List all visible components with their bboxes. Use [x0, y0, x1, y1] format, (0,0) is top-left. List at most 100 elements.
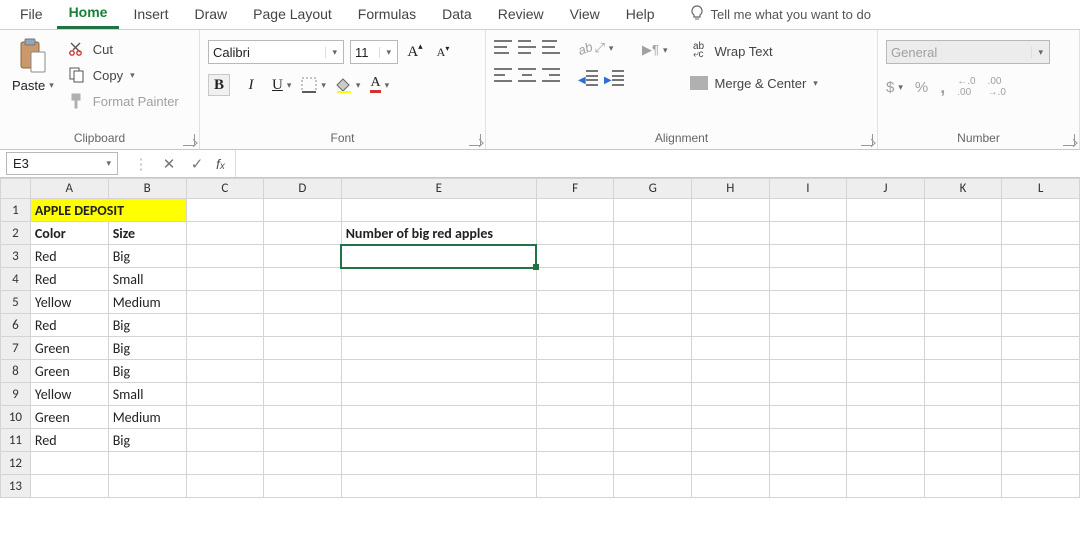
- cell-H5[interactable]: [692, 291, 770, 314]
- column-header-L[interactable]: L: [1002, 179, 1080, 199]
- cell-H3[interactable]: [692, 245, 770, 268]
- column-header-D[interactable]: D: [264, 179, 342, 199]
- align-top-icon[interactable]: [494, 40, 512, 54]
- underline-button[interactable]: U▾: [272, 77, 291, 94]
- cell-I5[interactable]: [769, 291, 847, 314]
- cell-E2[interactable]: Number of big red apples: [341, 222, 536, 245]
- cell-D7[interactable]: [264, 337, 342, 360]
- row-header-11[interactable]: 11: [1, 429, 31, 452]
- orientation-button[interactable]: ab⤢▾: [578, 40, 624, 56]
- cell-G12[interactable]: [614, 452, 692, 475]
- cell-K1[interactable]: [924, 199, 1002, 222]
- align-left-icon[interactable]: [494, 68, 512, 82]
- cell-G9[interactable]: [614, 383, 692, 406]
- align-right-icon[interactable]: [542, 68, 560, 82]
- row-header-13[interactable]: 13: [1, 475, 31, 498]
- row-header-12[interactable]: 12: [1, 452, 31, 475]
- text-direction-button[interactable]: ▶¶▾: [642, 42, 668, 58]
- bold-button[interactable]: B: [208, 74, 230, 96]
- cell-C1[interactable]: [186, 199, 264, 222]
- cell-C4[interactable]: [186, 268, 264, 291]
- cell-C9[interactable]: [186, 383, 264, 406]
- cell-G2[interactable]: [614, 222, 692, 245]
- fx-icon[interactable]: fx: [216, 156, 225, 172]
- cell-I9[interactable]: [769, 383, 847, 406]
- cell-A8[interactable]: Green: [30, 360, 108, 383]
- row-header-3[interactable]: 3: [1, 245, 31, 268]
- cell-J10[interactable]: [847, 406, 925, 429]
- cell-B6[interactable]: Big: [108, 314, 186, 337]
- cell-A11[interactable]: Red: [30, 429, 108, 452]
- cell-K12[interactable]: [924, 452, 1002, 475]
- cell-I1[interactable]: [769, 199, 847, 222]
- cell-L3[interactable]: [1002, 245, 1080, 268]
- cell-F6[interactable]: [536, 314, 614, 337]
- column-header-J[interactable]: J: [847, 179, 925, 199]
- cell-L4[interactable]: [1002, 268, 1080, 291]
- cell-H6[interactable]: [692, 314, 770, 337]
- cell-J4[interactable]: [847, 268, 925, 291]
- cell-C7[interactable]: [186, 337, 264, 360]
- cell-A9[interactable]: Yellow: [30, 383, 108, 406]
- name-box[interactable]: E3 ▾: [6, 152, 118, 175]
- paste-button[interactable]: Paste▾: [8, 36, 58, 95]
- comma-button[interactable]: ,: [940, 77, 945, 98]
- cell-H4[interactable]: [692, 268, 770, 291]
- cell-L8[interactable]: [1002, 360, 1080, 383]
- font-size-select[interactable]: 11▾: [350, 40, 398, 64]
- cell-F13[interactable]: [536, 475, 614, 498]
- cell-A6[interactable]: Red: [30, 314, 108, 337]
- cell-F5[interactable]: [536, 291, 614, 314]
- cell-I12[interactable]: [769, 452, 847, 475]
- cell-K4[interactable]: [924, 268, 1002, 291]
- cell-B11[interactable]: Big: [108, 429, 186, 452]
- cell-G5[interactable]: [614, 291, 692, 314]
- cell-L2[interactable]: [1002, 222, 1080, 245]
- cell-L12[interactable]: [1002, 452, 1080, 475]
- cell-G1[interactable]: [614, 199, 692, 222]
- cell-J13[interactable]: [847, 475, 925, 498]
- font-color-button[interactable]: A▾: [370, 77, 389, 93]
- cell-E6[interactable]: [341, 314, 536, 337]
- cell-L6[interactable]: [1002, 314, 1080, 337]
- tab-data[interactable]: Data: [430, 2, 484, 28]
- cell-B9[interactable]: Small: [108, 383, 186, 406]
- cancel-formula-icon[interactable]: ✕: [160, 155, 178, 173]
- cell-K11[interactable]: [924, 429, 1002, 452]
- cell-J11[interactable]: [847, 429, 925, 452]
- currency-button[interactable]: $▾: [886, 79, 903, 96]
- cell-A5[interactable]: Yellow: [30, 291, 108, 314]
- column-header-C[interactable]: C: [186, 179, 264, 199]
- tab-file[interactable]: File: [8, 2, 55, 28]
- cut-button[interactable]: Cut: [64, 38, 181, 60]
- column-header-A[interactable]: A: [30, 179, 108, 199]
- cell-C5[interactable]: [186, 291, 264, 314]
- cell-I6[interactable]: [769, 314, 847, 337]
- cell-H9[interactable]: [692, 383, 770, 406]
- merge-center-button[interactable]: Merge & Center ▾: [686, 72, 820, 94]
- cell-C3[interactable]: [186, 245, 264, 268]
- cell-E13[interactable]: [341, 475, 536, 498]
- cell-C12[interactable]: [186, 452, 264, 475]
- cell-I13[interactable]: [769, 475, 847, 498]
- tab-view[interactable]: View: [558, 2, 612, 28]
- cell-B13[interactable]: [108, 475, 186, 498]
- decrease-indent-icon[interactable]: ◀: [578, 70, 598, 86]
- select-all-corner[interactable]: [1, 179, 31, 199]
- cell-H7[interactable]: [692, 337, 770, 360]
- cell-H13[interactable]: [692, 475, 770, 498]
- cell-C6[interactable]: [186, 314, 264, 337]
- row-header-4[interactable]: 4: [1, 268, 31, 291]
- cell-L9[interactable]: [1002, 383, 1080, 406]
- cell-I4[interactable]: [769, 268, 847, 291]
- increase-indent-icon[interactable]: ▶: [604, 70, 624, 86]
- column-header-K[interactable]: K: [924, 179, 1002, 199]
- cell-K13[interactable]: [924, 475, 1002, 498]
- cell-L11[interactable]: [1002, 429, 1080, 452]
- cell-E3[interactable]: [341, 245, 536, 268]
- column-header-E[interactable]: E: [341, 179, 536, 199]
- increase-font-icon[interactable]: A▴: [404, 41, 426, 63]
- column-header-I[interactable]: I: [769, 179, 847, 199]
- cell-E8[interactable]: [341, 360, 536, 383]
- format-painter-button[interactable]: Format Painter: [64, 90, 181, 112]
